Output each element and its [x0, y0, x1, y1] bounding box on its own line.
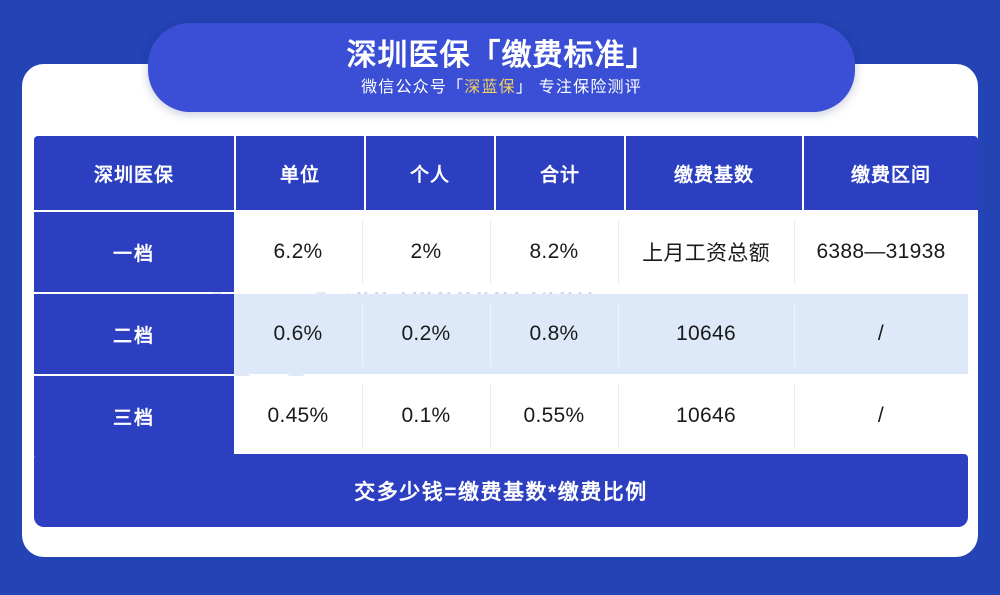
cell-tier: 二档: [34, 294, 234, 374]
subtitle-suffix: 」 专注保险测评: [515, 78, 642, 96]
cell-range: /: [794, 376, 968, 456]
column-header-range: 缴费区间: [804, 136, 978, 210]
column-header-individual: 个人: [366, 136, 496, 210]
cell-range: 6388—31938: [794, 212, 968, 292]
column-header-tier: 深圳医保: [34, 136, 236, 210]
page-subtitle: 微信公众号「深蓝保」 专注保险测评: [361, 79, 642, 97]
cell-unit: 0.6%: [234, 294, 362, 374]
cell-base: 10646: [618, 376, 794, 456]
table-row: 三档 0.45% 0.1% 0.55% 10646 /: [34, 376, 968, 456]
table-row: 二档 0.6% 0.2% 0.8% 10646 /: [34, 294, 968, 374]
table-header-row: 深圳医保 单位 个人 合计 缴费基数 缴费区间: [34, 136, 978, 210]
column-header-total: 合计: [496, 136, 626, 210]
cell-tier: 三档: [34, 376, 234, 456]
page-title: 深圳医保「缴费标准」: [346, 38, 657, 72]
column-header-unit: 单位: [236, 136, 366, 210]
contribution-table: 深圳医保 单位 个人 合计 缴费基数 缴费区间 一档 6.2% 2% 8.2% …: [34, 136, 978, 527]
cell-tier: 一档: [34, 212, 234, 292]
table-row: 一档 6.2% 2% 8.2% 上月工资总额 6388—31938: [34, 212, 968, 292]
title-banner: 深圳医保「缴费标准」 微信公众号「深蓝保」 专注保险测评: [148, 23, 855, 112]
subtitle-brand: 深蓝保: [464, 78, 516, 96]
cell-total: 8.2%: [490, 212, 618, 292]
cell-individual: 2%: [362, 212, 490, 292]
column-header-base: 缴费基数: [626, 136, 804, 210]
cell-total: 0.55%: [490, 376, 618, 456]
table-footer-note: 交多少钱=缴费基数*缴费比例: [34, 454, 968, 527]
cell-range: /: [794, 294, 968, 374]
cell-total: 0.8%: [490, 294, 618, 374]
subtitle-prefix: 微信公众号「: [361, 78, 465, 96]
cell-unit: 6.2%: [234, 212, 362, 292]
cell-base: 10646: [618, 294, 794, 374]
page-root: 深圳医保「缴费标准」 微信公众号「深蓝保」 专注保险测评 shenlanbao.…: [0, 0, 1000, 595]
cell-unit: 0.45%: [234, 376, 362, 456]
cell-individual: 0.1%: [362, 376, 490, 456]
cell-individual: 0.2%: [362, 294, 490, 374]
cell-base: 上月工资总额: [618, 212, 794, 292]
